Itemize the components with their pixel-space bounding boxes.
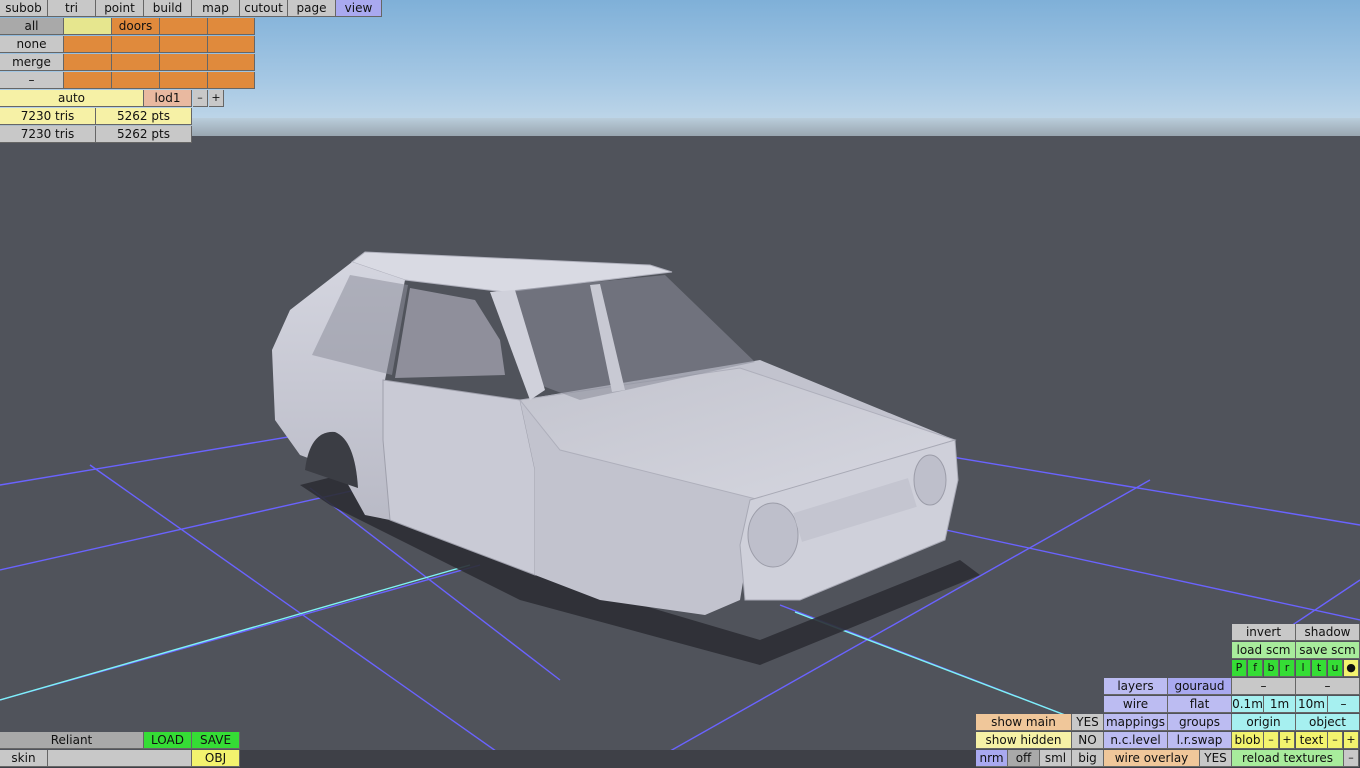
tab-subob[interactable]: subob	[0, 0, 48, 17]
reload-dash-button[interactable]: –	[1344, 750, 1359, 767]
blob-increase-button[interactable]: +	[1280, 732, 1295, 749]
tab-cutout[interactable]: cutout	[240, 0, 288, 17]
group-cell[interactable]	[208, 54, 255, 71]
lod-decrease-button[interactable]: –	[193, 90, 208, 107]
group-all-button[interactable]: all	[0, 18, 64, 35]
model-name-field[interactable]: Reliant	[0, 732, 144, 749]
text-button[interactable]: text	[1296, 732, 1328, 749]
car-body-shell	[272, 251, 959, 615]
scene-render	[0, 251, 1360, 768]
flag-b-toggle[interactable]: b	[1264, 660, 1279, 677]
lod-auto-button[interactable]: auto	[0, 90, 144, 107]
normals-sml-button[interactable]: sml	[1040, 750, 1072, 767]
option-dash-button[interactable]: –	[1296, 678, 1360, 695]
origin-button[interactable]: origin	[1232, 714, 1296, 731]
flag-t-toggle[interactable]: t	[1312, 660, 1327, 677]
flag-p-toggle[interactable]: P	[1232, 660, 1247, 677]
lod-increase-button[interactable]: +	[209, 90, 224, 107]
wire-overlay-value[interactable]: YES	[1200, 750, 1232, 767]
group-cell[interactable]	[64, 36, 112, 53]
skin-field[interactable]	[48, 750, 192, 767]
mappings-button[interactable]: mappings	[1104, 714, 1168, 731]
layers-button[interactable]: layers	[1104, 678, 1168, 695]
option-dash-button[interactable]: –	[1232, 678, 1296, 695]
group-cell[interactable]	[160, 72, 208, 89]
group-cell[interactable]	[160, 36, 208, 53]
group-cell[interactable]	[160, 54, 208, 71]
gouraud-button[interactable]: gouraud	[1168, 678, 1232, 695]
nc-level-button[interactable]: n.c.level	[1104, 732, 1168, 749]
shadow-button[interactable]: shadow	[1296, 624, 1360, 641]
show-hidden-button[interactable]: show hidden	[976, 732, 1072, 749]
load-scm-button[interactable]: load scm	[1232, 642, 1296, 659]
show-main-value[interactable]: YES	[1072, 714, 1104, 731]
flat-button[interactable]: flat	[1168, 696, 1232, 713]
wire-button[interactable]: wire	[1104, 696, 1168, 713]
scale-10m-button[interactable]: 10m	[1296, 696, 1328, 713]
tab-tri[interactable]: tri	[48, 0, 96, 17]
scale-minus-button[interactable]: –	[1328, 696, 1360, 713]
normals-big-button[interactable]: big	[1072, 750, 1104, 767]
tab-view[interactable]: view	[336, 0, 382, 17]
group-cell[interactable]	[64, 72, 112, 89]
lod-level-button[interactable]: lod1	[144, 90, 192, 107]
blob-button[interactable]: blob	[1232, 732, 1264, 749]
lr-swap-button[interactable]: l.r.swap	[1168, 732, 1232, 749]
object-button[interactable]: object	[1296, 714, 1360, 731]
load-button[interactable]: LOAD	[144, 732, 192, 749]
group-cell-doors[interactable]: doors	[112, 18, 160, 35]
group-cell[interactable]	[112, 54, 160, 71]
flag-f-toggle[interactable]: f	[1248, 660, 1263, 677]
scale-0-1m-button[interactable]: 0.1m	[1232, 696, 1264, 713]
groups-button[interactable]: groups	[1168, 714, 1232, 731]
normals-off-button[interactable]: off	[1008, 750, 1040, 767]
group-cell[interactable]	[112, 72, 160, 89]
normals-nrm-button[interactable]: nrm	[976, 750, 1008, 767]
tab-point[interactable]: point	[96, 0, 144, 17]
wire-overlay-button[interactable]: wire overlay	[1104, 750, 1200, 767]
group-merge-button[interactable]: merge	[0, 54, 64, 71]
save-scm-button[interactable]: save scm	[1296, 642, 1360, 659]
invert-button[interactable]: invert	[1232, 624, 1296, 641]
format-button[interactable]: OBJ	[192, 750, 240, 767]
dot-icon[interactable]: ●	[1344, 660, 1359, 677]
group-cell[interactable]	[64, 18, 112, 35]
flag-l-toggle[interactable]: l	[1296, 660, 1311, 677]
group-none-button[interactable]: none	[0, 36, 64, 53]
tab-page[interactable]: page	[288, 0, 336, 17]
group-cell[interactable]	[208, 72, 255, 89]
flag-u-toggle[interactable]: u	[1328, 660, 1343, 677]
group-cell[interactable]	[208, 36, 255, 53]
blob-decrease-button[interactable]: –	[1264, 732, 1279, 749]
point-count: 5262 pts	[96, 108, 192, 125]
save-button[interactable]: SAVE	[192, 732, 240, 749]
scale-1m-button[interactable]: 1m	[1264, 696, 1296, 713]
tri-count: 7230 tris	[0, 108, 96, 125]
show-main-button[interactable]: show main	[976, 714, 1072, 731]
show-hidden-value[interactable]: NO	[1072, 732, 1104, 749]
group-cell[interactable]	[64, 54, 112, 71]
group-cell[interactable]	[160, 18, 208, 35]
group-remove-button[interactable]: –	[0, 72, 64, 89]
text-increase-button[interactable]: +	[1344, 732, 1359, 749]
reload-textures-button[interactable]: reload textures	[1232, 750, 1344, 767]
tri-count-total: 7230 tris	[0, 126, 96, 143]
skin-label: skin	[0, 750, 48, 767]
point-count-total: 5262 pts	[96, 126, 192, 143]
flag-r-toggle[interactable]: r	[1280, 660, 1295, 677]
tab-map[interactable]: map	[192, 0, 240, 17]
text-decrease-button[interactable]: –	[1328, 732, 1343, 749]
tab-build[interactable]: build	[144, 0, 192, 17]
3d-viewport[interactable]	[0, 0, 1360, 768]
group-cell[interactable]	[208, 18, 255, 35]
group-cell[interactable]	[112, 36, 160, 53]
